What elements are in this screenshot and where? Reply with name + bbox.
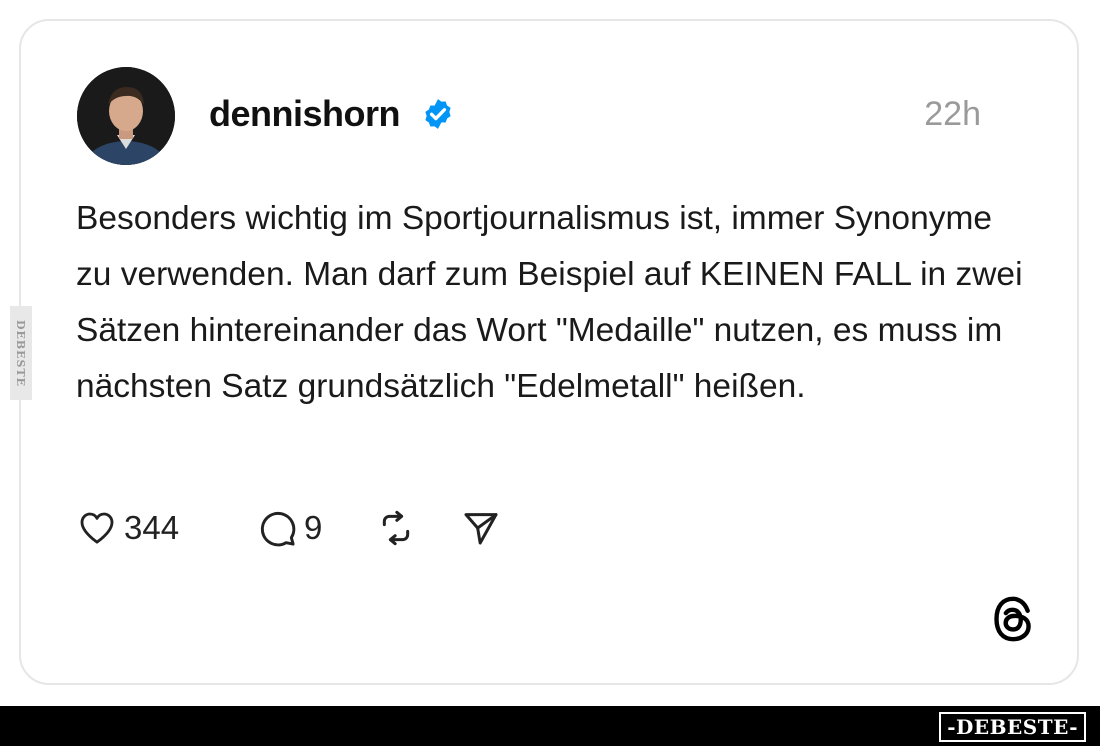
reply-button[interactable]: 9	[256, 503, 322, 553]
send-icon	[464, 513, 498, 545]
threads-logo-icon	[994, 596, 1031, 642]
comment-bubble-icon	[260, 511, 296, 547]
bottom-watermark: -DEBESTE-	[939, 712, 1086, 742]
post-card: dennishorn 22h Besonders wichtig im Spor…	[19, 19, 1079, 685]
avatar[interactable]	[77, 67, 175, 165]
username[interactable]: dennishorn	[209, 93, 401, 135]
reply-count: 9	[304, 509, 323, 546]
side-watermark-text: DEBESTE	[14, 319, 28, 387]
like-button[interactable]: 344	[76, 503, 179, 553]
repost-button[interactable]	[376, 503, 416, 553]
share-button[interactable]	[461, 503, 501, 553]
post-text: Besonders wichtig im Sportjournalismus i…	[76, 200, 1023, 405]
like-count: 344	[124, 509, 180, 546]
bottom-watermark-bar: -DEBESTE-	[0, 706, 1100, 746]
heart-icon	[80, 512, 114, 544]
repost-icon	[382, 510, 410, 546]
verified-badge-icon	[425, 99, 451, 129]
timestamp: 22h	[924, 95, 981, 133]
side-watermark: DEBESTE	[10, 306, 32, 400]
